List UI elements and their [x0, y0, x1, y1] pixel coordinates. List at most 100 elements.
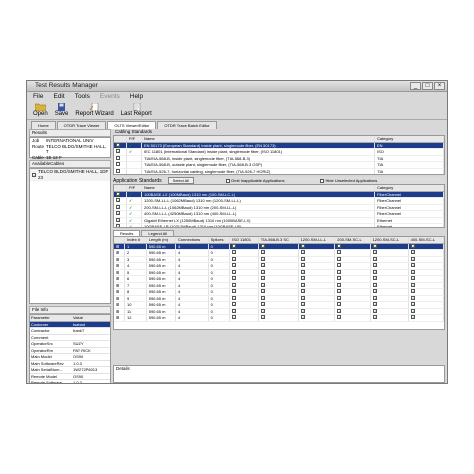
expand-icon[interactable]: ⊞ [116, 302, 119, 307]
table-row[interactable]: ✓ ✓ 10GBASE-LR (10312MBaud) 1310 nm (10GBA… [114, 223, 444, 227]
expand-icon[interactable]: ⊞ [116, 276, 119, 281]
pass-check-icon: ✓ [372, 295, 377, 301]
pass-check-icon: ✓ [260, 302, 266, 307]
hide-unselected-option[interactable]: Hide Unselected Applications [320, 178, 377, 183]
close-button[interactable]: × [434, 82, 445, 90]
pass-check-icon: ✓ [260, 308, 266, 314]
table-row[interactable]: ⊞ 12 590.65 m 4 0 ✓ ✓ ✓ ✓ ✓ ✓ [114, 314, 444, 322]
pass-check-icon: ✓ [300, 276, 305, 281]
maximize-button[interactable]: □ [422, 82, 433, 90]
pass-check-icon: ✓ [300, 282, 305, 288]
pass-check-icon: ✓ [260, 250, 266, 255]
expand-icon[interactable]: ⊞ [116, 309, 119, 314]
checkbox-icon[interactable] [320, 178, 325, 183]
folder-icon [34, 103, 46, 111]
table-row[interactable]: Remote Software... 1.0.3 [30, 379, 110, 383]
checkbox-checked-icon[interactable]: ✓ [116, 211, 120, 216]
expand-icon[interactable]: ⊞ [116, 244, 119, 249]
report-wizard-icon [89, 103, 99, 111]
toolbar: Open Save Report Wizard Last Report [27, 102, 447, 120]
pass-check-icon: ✓ [410, 263, 415, 268]
pass-check-icon: ✓ [232, 295, 237, 301]
standard-category: TIA [375, 175, 444, 176]
application-standards-table: P/F Name Category ✓ ✓ 100BASE-LX (100MBaud… [113, 184, 445, 228]
pass-check-icon: ✓ [372, 315, 377, 320]
checkbox-checked-icon[interactable]: ✓ [116, 149, 120, 154]
tab-olts-viewer-editor[interactable]: OLTS Viewer/Editor [107, 121, 157, 129]
pass-check-icon: ✓ [372, 302, 377, 307]
menu-bar: File Edit Tools Events Help [27, 92, 447, 101]
application-standards-header: Application Standards Select All Omit In… [113, 177, 445, 184]
tab-otdr-trace-viewer[interactable]: OTDR Trace Viewer [56, 121, 107, 129]
pass-check-icon: ✓ [372, 263, 377, 268]
pass-check-icon: ✓ [410, 276, 415, 281]
last-report-button[interactable]: Last Report [121, 102, 152, 119]
checkbox-checked-icon[interactable]: ✓ [116, 191, 120, 196]
pass-check-icon: ✓ [410, 269, 415, 275]
table-row[interactable]: TIA/EIA-526-14, horizontal cabling, sing… [114, 175, 444, 176]
pass-check-icon: ✓ [260, 269, 266, 275]
list-item[interactable]: ✓ TELCO BLDG/SMITHE HALL, 1DF 23 [30, 169, 110, 181]
tab-legend-all[interactable]: Legend All [141, 230, 175, 236]
pass-check-icon: ✓ [129, 198, 133, 203]
left-pane: Results Job INTERNATIONAL UNIV Route TELCO… [29, 129, 111, 383]
report-wizard-button[interactable]: Report Wizard [75, 102, 114, 119]
menu-file[interactable]: File [33, 92, 43, 101]
standard-name: TIA/EIA-526-14, horizontal cabling, sing… [142, 175, 375, 176]
pass-check-icon: ✓ [232, 256, 237, 262]
checkbox-checked-icon[interactable]: ✓ [116, 142, 120, 147]
pass-check-icon: ✓ [300, 295, 305, 301]
omit-inapplicable-option[interactable]: Omit Inapplicable Applications [226, 178, 284, 183]
result-cell: 12 [124, 314, 147, 322]
expand-icon[interactable]: ⊞ [116, 270, 119, 275]
checkbox-icon[interactable] [116, 162, 120, 166]
checkbox-icon[interactable] [116, 168, 120, 173]
result-cell: 4 [175, 314, 209, 322]
checkbox-checked-icon[interactable]: ✓ [32, 173, 36, 178]
select-all-button[interactable]: Select All [167, 177, 195, 184]
expand-icon[interactable]: ⊞ [116, 315, 119, 320]
expand-icon[interactable]: ⊞ [116, 283, 119, 288]
expand-icon[interactable]: ⊞ [116, 263, 119, 268]
pass-check-icon: ✓ [260, 315, 266, 320]
title-bar: Test Results Manager _ □ × [27, 81, 447, 92]
menu-events[interactable]: Events [100, 92, 120, 101]
checkbox-checked-icon[interactable]: ✓ [116, 204, 120, 209]
menu-edit[interactable]: Edit [53, 92, 64, 101]
pass-check-icon: ✓ [372, 289, 377, 294]
menu-tools[interactable]: Tools [75, 92, 90, 101]
checkbox-icon[interactable] [226, 178, 231, 183]
pass-check-icon: ✓ [337, 269, 342, 275]
pass-check-icon: ✓ [260, 263, 266, 268]
pass-check-icon: ✓ [129, 191, 133, 197]
results-grid: Index # Length (m) Connections Splices ISO 1… [113, 236, 445, 330]
expand-icon[interactable]: ⊞ [116, 257, 119, 262]
available-cables-title: AvailableCables [29, 160, 111, 168]
checkbox-icon[interactable] [116, 155, 120, 160]
menu-help[interactable]: Help [130, 92, 143, 101]
checkbox-checked-icon[interactable]: ✓ [116, 217, 120, 222]
expand-icon[interactable]: ⊞ [116, 289, 119, 294]
pass-check-icon: ✓ [129, 217, 133, 223]
pass-check-icon: ✓ [260, 282, 266, 288]
pass-check-icon: ✓ [410, 289, 415, 294]
expand-icon[interactable]: ⊞ [116, 296, 119, 301]
tab-otdr-trace-batch-editor[interactable]: OTDR Trace Batch Editor [157, 121, 217, 129]
tab-home[interactable]: Home [31, 121, 56, 129]
pass-check-icon: ✓ [232, 289, 237, 294]
pass-check-icon: ✓ [300, 269, 305, 275]
window-title: Test Results Manager [35, 82, 98, 89]
pass-check-icon: ✓ [410, 250, 415, 255]
pass-check-icon: ✓ [410, 282, 415, 288]
cable-value: 1E 12 F [46, 154, 62, 160]
checkbox-checked-icon[interactable]: ✓ [116, 198, 120, 203]
pass-check-icon: ✓ [232, 269, 237, 275]
open-button[interactable]: Open [33, 102, 48, 119]
minimize-button[interactable]: _ [410, 82, 421, 90]
checkbox-checked-icon[interactable]: ✓ [116, 224, 120, 227]
pass-check-icon: ✓ [337, 282, 342, 288]
pass-check-icon: ✓ [232, 302, 237, 307]
tab-results[interactable]: Results [113, 230, 141, 236]
save-button[interactable]: Save [55, 102, 68, 119]
expand-icon[interactable]: ⊞ [116, 250, 119, 255]
